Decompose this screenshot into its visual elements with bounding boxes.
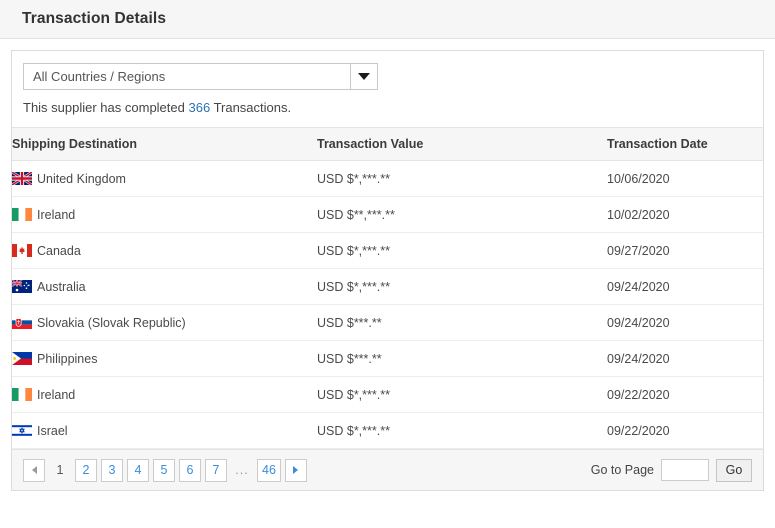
goto-page-label: Go to Page: [591, 463, 654, 477]
table-row: United Kingdom USD $*,***.**10/06/2020: [12, 161, 763, 197]
cell-transaction-value: USD $*,***.**: [317, 269, 607, 305]
cell-transaction-date: 09/24/2020: [607, 269, 763, 305]
pagination-last-page[interactable]: 46: [257, 459, 281, 482]
flag-il-icon: [12, 424, 32, 437]
cell-shipping-destination: Ireland: [12, 197, 317, 233]
pagination-page-2[interactable]: 2: [75, 459, 97, 482]
cell-transaction-date: 09/22/2020: [607, 413, 763, 449]
summary-suffix: Transactions.: [210, 100, 291, 115]
cell-shipping-destination: Canada: [12, 233, 317, 269]
goto-page-group: Go to Page Go: [591, 459, 752, 482]
cell-transaction-date: 09/24/2020: [607, 305, 763, 341]
destination-label: United Kingdom: [37, 172, 126, 186]
cell-shipping-destination: Philippines: [12, 341, 317, 377]
cell-transaction-value: USD $**,***.**: [317, 197, 607, 233]
table-body: United KingdomUSD $*,***.**10/06/2020Ire…: [12, 161, 763, 449]
flag-au-icon: [12, 280, 32, 293]
destination-label: Ireland: [37, 208, 75, 222]
table-header-row: Shipping Destination Transaction Value T…: [12, 128, 763, 161]
triangle-left-icon: [32, 466, 37, 474]
go-button[interactable]: Go: [716, 459, 752, 482]
cell-shipping-destination: Australia: [12, 269, 317, 305]
pagination-page-6[interactable]: 6: [179, 459, 201, 482]
pagination-page-5[interactable]: 5: [153, 459, 175, 482]
cell-transaction-date: 10/02/2020: [607, 197, 763, 233]
cell-transaction-date: 09/22/2020: [607, 377, 763, 413]
cell-transaction-value: USD $***.**: [317, 341, 607, 377]
destination-label: Slovakia (Slovak Republic): [37, 316, 186, 330]
destination-label: Israel: [37, 424, 68, 438]
cell-shipping-destination: Israel: [12, 413, 317, 449]
transaction-count: 366: [188, 100, 210, 115]
flag-ca-icon: [12, 244, 32, 257]
table-footer: 1234567...46 Go to Page Go: [12, 449, 763, 490]
flag-ie-icon: [12, 208, 32, 221]
flag-sk-icon: [12, 316, 32, 329]
pagination-page-7[interactable]: 7: [205, 459, 227, 482]
table-row: Slovakia (Slovak Republic) USD $***.**09/…: [12, 305, 763, 341]
table-row: Ireland USD $*,***.**09/22/2020: [12, 377, 763, 413]
cell-transaction-value: USD $*,***.**: [317, 377, 607, 413]
flag-gb-icon: [12, 172, 32, 185]
table-row: Israel USD $*,***.**09/22/2020: [12, 413, 763, 449]
cell-transaction-date: 09/24/2020: [607, 341, 763, 377]
cell-transaction-value: USD $***.**: [317, 305, 607, 341]
table-row: Philippines USD $***.**09/24/2020: [12, 341, 763, 377]
table-header: Shipping Destination Transaction Value T…: [12, 128, 763, 161]
triangle-right-icon: [293, 466, 298, 474]
destination-label: Canada: [37, 244, 81, 258]
destination-label: Philippines: [37, 352, 97, 366]
chevron-down-icon[interactable]: [350, 64, 377, 89]
goto-page-input[interactable]: [661, 459, 709, 481]
table-row: Canada USD $*,***.**09/27/2020: [12, 233, 763, 269]
cell-transaction-date: 09/27/2020: [607, 233, 763, 269]
pagination-page-3[interactable]: 3: [101, 459, 123, 482]
column-header-transaction-value: Transaction Value: [317, 128, 607, 161]
cell-transaction-value: USD $*,***.**: [317, 233, 607, 269]
cell-transaction-value: USD $*,***.**: [317, 161, 607, 197]
country-region-select[interactable]: All Countries / Regions: [23, 63, 378, 90]
pagination-prev-button[interactable]: [23, 459, 45, 482]
pagination: 1234567...46: [23, 459, 307, 482]
column-header-transaction-date: Transaction Date: [607, 128, 763, 161]
pagination-page-1: 1: [49, 459, 71, 482]
cell-shipping-destination: Slovakia (Slovak Republic): [12, 305, 317, 341]
pagination-ellipsis: ...: [231, 459, 253, 482]
flag-ph-icon: [12, 352, 32, 365]
filter-area: All Countries / Regions This supplier ha…: [12, 51, 763, 115]
cell-transaction-date: 10/06/2020: [607, 161, 763, 197]
country-region-select-value: All Countries / Regions: [24, 69, 350, 84]
chevron-down-glyph: [358, 73, 370, 80]
column-header-shipping-destination: Shipping Destination: [12, 128, 317, 161]
destination-label: Australia: [37, 280, 86, 294]
destination-label: Ireland: [37, 388, 75, 402]
transaction-details-card: All Countries / Regions This supplier ha…: [11, 50, 764, 491]
cell-shipping-destination: Ireland: [12, 377, 317, 413]
table-row: Australia USD $*,***.**09/24/2020: [12, 269, 763, 305]
transaction-summary: This supplier has completed 366 Transact…: [23, 100, 752, 115]
pagination-next-button[interactable]: [285, 459, 307, 482]
page-title: Transaction Details: [22, 10, 166, 28]
cell-shipping-destination: United Kingdom: [12, 161, 317, 197]
page-header: Transaction Details: [0, 0, 775, 39]
summary-prefix: This supplier has completed: [23, 100, 188, 115]
transactions-table: Shipping Destination Transaction Value T…: [12, 127, 763, 449]
flag-ie-icon: [12, 388, 32, 401]
cell-transaction-value: USD $*,***.**: [317, 413, 607, 449]
pagination-page-4[interactable]: 4: [127, 459, 149, 482]
table-row: Ireland USD $**,***.**10/02/2020: [12, 197, 763, 233]
